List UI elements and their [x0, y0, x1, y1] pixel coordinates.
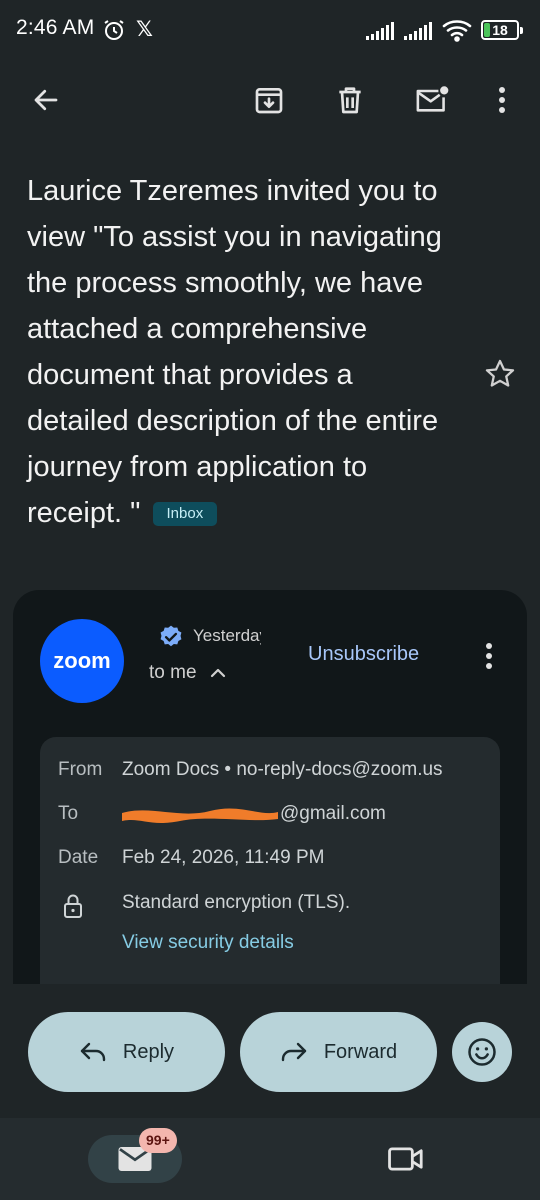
reply-button[interactable]: Reply: [28, 1012, 225, 1092]
recipient-summary: to me: [149, 662, 197, 683]
battery-icon: 18: [481, 20, 523, 40]
wifi-icon: [442, 20, 472, 42]
meet-tab[interactable]: [382, 1140, 430, 1178]
status-bar: 2:46 AM 𝕏 18: [0, 0, 540, 62]
message-more-button[interactable]: [474, 636, 504, 676]
date-value: Feb 24, 2026, 11:49 PM: [122, 847, 325, 868]
inbox-label[interactable]: Inbox: [152, 502, 218, 526]
lock-icon: [64, 894, 82, 918]
back-arrow-icon: [34, 89, 58, 111]
more-vert-icon: [499, 87, 505, 113]
delete-button[interactable]: [326, 76, 374, 124]
video-camera-icon: [388, 1147, 423, 1171]
encryption-text: Standard encryption (TLS).: [122, 892, 351, 913]
from-value: Zoom Docs • no-reply-docs@zoom.us: [122, 759, 443, 780]
bottom-navigation: [0, 1118, 540, 1200]
chevron-up-icon: [210, 668, 225, 678]
status-time: 2:46 AM: [16, 16, 95, 39]
more-vert-icon: [486, 643, 492, 669]
recipient-toggle[interactable]: to me: [149, 662, 227, 684]
signal-icon: [404, 22, 432, 40]
forward-label: Forward: [323, 1040, 398, 1063]
date-label: Date: [58, 847, 99, 868]
battery-nub: [520, 27, 523, 34]
subject-text: Laurice Tzeremes invited you to view "To…: [27, 175, 442, 529]
mark-unread-icon: [416, 86, 449, 112]
more-options-button[interactable]: [478, 76, 526, 124]
x-logo-icon: 𝕏: [136, 18, 153, 41]
to-value: @gmail.com: [280, 803, 386, 824]
redaction-mark: [122, 808, 278, 823]
email-subject: Laurice Tzeremes invited you to view "To…: [27, 168, 447, 536]
delete-icon: [339, 87, 361, 114]
emoji-reaction-button[interactable]: [452, 1022, 512, 1082]
toolbar: [0, 70, 540, 130]
sender-avatar[interactable]: zoom: [40, 619, 124, 703]
reply-label: Reply: [122, 1040, 175, 1063]
archive-button[interactable]: [245, 76, 293, 124]
archive-icon: [255, 87, 283, 114]
message-time: Yesterday: [193, 626, 261, 645]
view-security-details-link[interactable]: View security details: [122, 932, 294, 954]
emoji-icon: [468, 1038, 496, 1066]
star-icon: [485, 359, 515, 387]
mark-unread-button[interactable]: [408, 76, 456, 124]
alarm-icon: [104, 20, 124, 40]
from-label: From: [58, 759, 103, 780]
verified-icon: [160, 625, 182, 647]
to-label: To: [58, 803, 79, 824]
unsubscribe-button[interactable]: Unsubscribe: [308, 643, 419, 666]
unread-count-badge: 99+: [139, 1128, 177, 1153]
forward-button[interactable]: Forward: [240, 1012, 437, 1092]
forward-icon: [281, 1042, 307, 1062]
reply-icon: [80, 1042, 106, 1062]
signal-icon: [366, 22, 394, 40]
battery-text: 18: [492, 22, 508, 38]
back-button[interactable]: [22, 76, 70, 124]
star-button[interactable]: [478, 352, 522, 396]
